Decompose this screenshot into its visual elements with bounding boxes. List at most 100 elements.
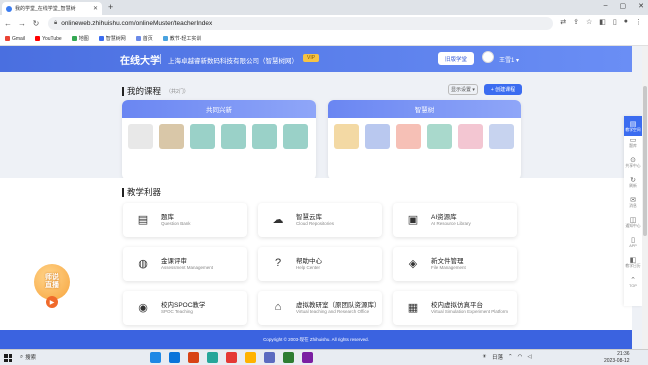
username-text: 王雪1: [499, 58, 515, 64]
new-tab-button[interactable]: +: [108, 2, 113, 12]
tool-subtitle: SPOC Teaching: [161, 309, 193, 314]
taskbar-app-icon[interactable]: [226, 352, 237, 363]
taskbar-app-icon[interactable]: [264, 352, 275, 363]
taskbar-app-icon[interactable]: [188, 352, 199, 363]
close-tab-icon[interactable]: ✕: [93, 5, 98, 12]
username-menu[interactable]: 王雪1 ▾: [499, 55, 519, 64]
taskbar-app-icon[interactable]: [150, 352, 161, 363]
tool-subtitle: Virtual Simulation Experiment Platform: [431, 309, 508, 314]
tool-subtitle: AI Resource Library: [431, 221, 471, 226]
sidebar-item[interactable]: ▤ 教学空间: [624, 116, 642, 136]
display-settings-label: 显示设置: [451, 87, 472, 93]
toolbar-icons: ⇄ ⇪ ☆ ◧ ▯ ● ⋮: [560, 18, 642, 26]
tool-card[interactable]: ◉ 校内SPOC教学 SPOC Teaching: [123, 291, 247, 325]
volume-icon[interactable]: ◁: [527, 354, 531, 360]
bookmark-item[interactable]: 地图: [71, 35, 89, 42]
scrollbar-thumb[interactable]: [643, 86, 647, 236]
avatar[interactable]: [482, 51, 494, 63]
bookmark-item[interactable]: YouTube: [35, 36, 62, 42]
minimize-icon[interactable]: –: [604, 2, 608, 10]
tool-card[interactable]: ⌂ 虚拟教研室（原团队资源库） Virtual teaching and Resea…: [258, 291, 382, 325]
live-stream-button[interactable]: 师说 直播 ▶: [32, 262, 74, 308]
extensions-icon[interactable]: ◧: [599, 18, 606, 26]
sidebar-item[interactable]: ◫ 通知中心: [624, 216, 642, 229]
course-thumbnail[interactable]: [427, 124, 452, 149]
course-thumbnail[interactable]: [489, 124, 514, 149]
network-icon[interactable]: ◠: [518, 354, 523, 360]
bookmarks-bar: Gmail YouTube 地图 智慧树网 首页 教节-轻工实训: [0, 32, 648, 46]
url-text: onlineweb.zhihuishu.com/onlineMuster/tea…: [61, 20, 213, 27]
tool-card[interactable]: ◍ 金课评审 Assessment Management: [123, 247, 247, 281]
taskbar-search[interactable]: ⌕ 搜索: [20, 353, 36, 362]
tool-card[interactable]: ▤ 题库 Question Bank: [123, 203, 247, 237]
translate-icon[interactable]: ⇄: [560, 18, 566, 26]
close-window-icon[interactable]: ✕: [638, 2, 644, 10]
course-thumbnails: [328, 118, 521, 155]
right-sidebar: ▤ 教学空间 ▭ 题库 ⊙ 共享中心 ↻ 刷新 ✉ 消息 ◫ 通知中心 ▯ APP ◧ 教学日历 ⌃ TOP: [624, 116, 642, 306]
taskbar-app-icon[interactable]: [283, 352, 294, 363]
course-card[interactable]: 共同兴新: [122, 100, 316, 180]
course-thumbnail[interactable]: [128, 124, 153, 149]
page-footer: Copyright © 2003-现在 Zhihuishu. All right…: [0, 330, 632, 349]
sidepanel-icon[interactable]: ▯: [613, 18, 617, 26]
course-card[interactable]: 智慧树: [328, 100, 521, 180]
reload-icon[interactable]: ↻: [32, 19, 40, 28]
sidebar-item-label: 题库: [629, 144, 637, 148]
bookmark-item[interactable]: Gmail: [5, 36, 25, 42]
create-course-button[interactable]: + 创建课程: [484, 84, 522, 95]
favicon-icon: [6, 5, 12, 12]
taskbar-app-icon[interactable]: [245, 352, 256, 363]
share-icon[interactable]: ⇪: [573, 18, 579, 26]
vip-badge: VIP: [303, 54, 320, 62]
sidebar-item-icon: ◫: [629, 217, 637, 224]
tool-card[interactable]: ☁ 智慧云库 Cloud Repositories: [258, 203, 382, 237]
chevron-up-icon[interactable]: ⌃: [508, 354, 513, 360]
start-button[interactable]: [4, 354, 12, 362]
tools-section: 教学利器 ▤ 题库 Question Bank ☁ 智慧云库 Cloud Reposito…: [0, 178, 632, 330]
profile-icon[interactable]: ●: [624, 18, 628, 26]
browser-tab[interactable]: 我的学堂_在线学堂_智慧树 ✕: [2, 2, 102, 15]
bookmark-item[interactable]: 首页: [135, 35, 153, 42]
tool-card[interactable]: ? 帮助中心 Help Center: [258, 247, 382, 281]
sidebar-item[interactable]: ✉ 消息: [624, 196, 642, 209]
sidebar-item[interactable]: ↻ 刷新: [624, 176, 642, 189]
course-thumbnail[interactable]: [458, 124, 483, 149]
tool-name: AI资源库: [431, 214, 457, 221]
old-classroom-button[interactable]: 旧版学堂: [438, 52, 474, 65]
tool-card[interactable]: ▣ AI资源库 AI Resource Library: [393, 203, 517, 237]
taskbar-app-icon[interactable]: [207, 352, 218, 363]
tool-card[interactable]: ▦ 校内虚拟仿真平台 Virtual Simulation Experiment P…: [393, 291, 517, 325]
weather-icon[interactable]: ☀: [482, 354, 487, 360]
sidebar-item[interactable]: ◧ 教学日历: [624, 256, 642, 269]
sidebar-item[interactable]: ⌃ TOP: [624, 276, 642, 288]
browser-tab-strip: 我的学堂_在线学堂_智慧树 ✕ + – ▢ ✕: [0, 0, 648, 15]
course-thumbnail[interactable]: [252, 124, 277, 149]
course-thumbnail[interactable]: [365, 124, 390, 149]
tool-card[interactable]: ◈ 新文件管理 File Management: [393, 247, 517, 281]
back-icon[interactable]: ←: [4, 19, 12, 28]
taskbar-app-icon[interactable]: [169, 352, 180, 363]
course-thumbnail[interactable]: [221, 124, 246, 149]
forward-icon[interactable]: →: [18, 19, 26, 28]
bookmark-star-icon[interactable]: ☆: [586, 18, 592, 26]
course-thumbnail[interactable]: [334, 124, 359, 149]
course-thumbnail[interactable]: [396, 124, 421, 149]
clock[interactable]: 21:36 2023-08-12: [604, 351, 630, 364]
address-bar[interactable]: 🔒︎ onlineweb.zhihuishu.com/onlineMuster/…: [48, 17, 553, 30]
sidebar-item[interactable]: ⊙ 共享中心: [624, 156, 642, 169]
sidebar-item[interactable]: ▭ 题库: [624, 136, 642, 149]
scrollbar[interactable]: [642, 46, 648, 349]
taskbar-app-icon[interactable]: [302, 352, 313, 363]
display-settings-button[interactable]: 显示设置 ▾: [448, 84, 478, 95]
bookmark-item[interactable]: 智慧树网: [98, 35, 126, 42]
sidebar-item[interactable]: ▯ APP: [624, 236, 642, 248]
course-thumbnail[interactable]: [190, 124, 215, 149]
windows-taskbar: ⌕ 搜索 ☀ 日落 ⌃ ◠ ◁ 21:36 2023-08-12: [0, 349, 648, 365]
menu-icon[interactable]: ⋮: [635, 18, 642, 26]
course-thumbnail[interactable]: [283, 124, 308, 149]
site-logo[interactable]: 在线大学: [120, 52, 160, 67]
taskbar-apps: [150, 352, 313, 363]
bookmark-item[interactable]: 教节-轻工实训: [162, 35, 201, 42]
maximize-icon[interactable]: ▢: [620, 2, 627, 10]
course-thumbnail[interactable]: [159, 124, 184, 149]
